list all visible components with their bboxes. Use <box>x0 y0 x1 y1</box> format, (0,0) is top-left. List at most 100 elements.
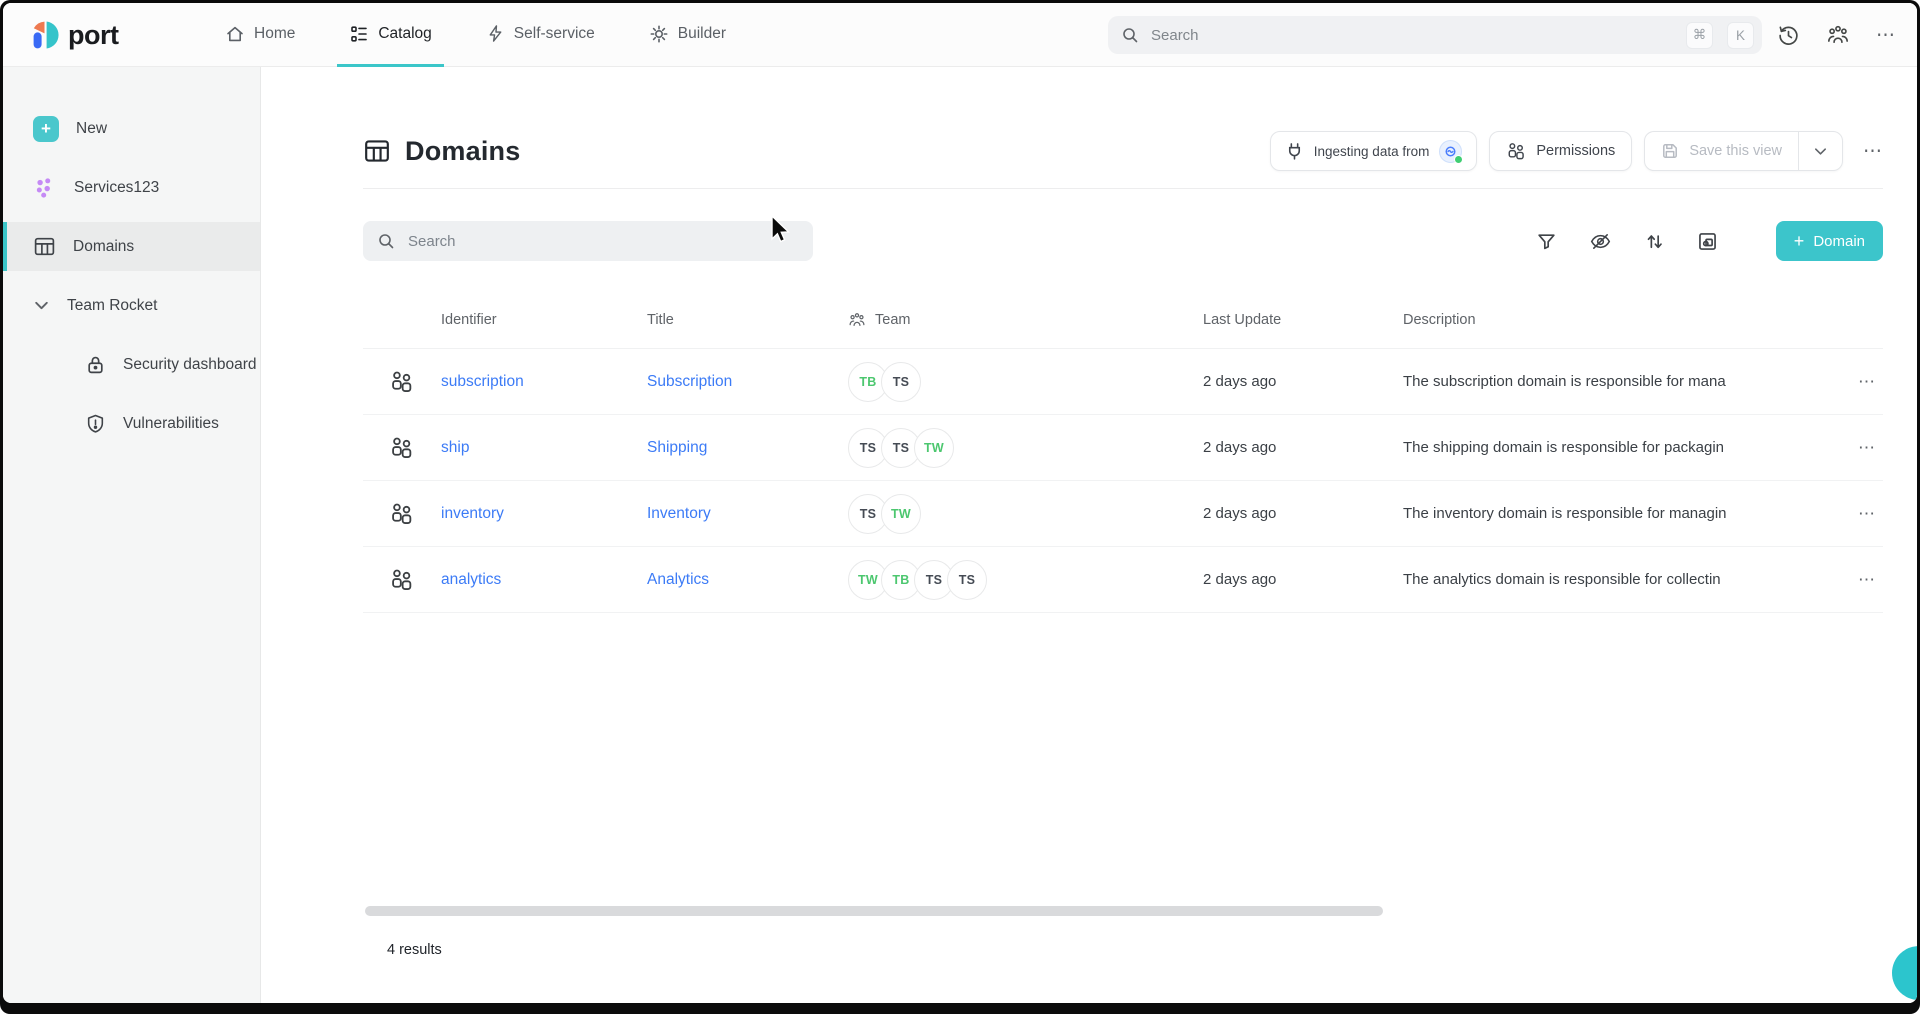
integration-status-icon <box>1439 140 1462 163</box>
group-by-icon[interactable] <box>1697 231 1718 252</box>
page-title-text: Domains <box>405 136 520 167</box>
title-link[interactable]: Analytics <box>647 571 709 588</box>
nav-builder[interactable]: Builder <box>637 3 738 67</box>
team-cell: TS TS TW <box>848 428 1203 468</box>
table-search-input[interactable] <box>406 232 799 251</box>
ingesting-label: Ingesting data from <box>1314 144 1430 159</box>
last-update-cell: 2 days ago <box>1203 373 1403 390</box>
identifier-link[interactable]: inventory <box>441 505 504 522</box>
sidebar-item-security-dashboard[interactable]: Security dashboard <box>3 340 260 389</box>
permissions-label: Permissions <box>1536 143 1615 159</box>
global-search-input[interactable] <box>1149 26 1672 45</box>
org-members-icon[interactable] <box>1826 23 1850 47</box>
nav-catalog[interactable]: Catalog <box>337 3 443 67</box>
team-badge[interactable]: TW <box>914 428 954 468</box>
row-more-icon[interactable]: ⋯ <box>1837 570 1883 590</box>
team-cell: TB TS <box>848 362 1203 402</box>
cluster-icon <box>33 176 57 200</box>
save-icon <box>1661 142 1679 160</box>
search-icon <box>377 232 395 250</box>
history-icon[interactable] <box>1777 24 1800 47</box>
sidebar-item-team-rocket[interactable]: Team Rocket <box>3 281 260 330</box>
save-view-button[interactable]: Save this view <box>1645 132 1798 170</box>
description-cell: The inventory domain is responsible for … <box>1403 505 1837 522</box>
row-more-icon[interactable]: ⋯ <box>1837 504 1883 524</box>
sidebar-item-services123[interactable]: Services123 <box>3 163 260 212</box>
home-icon <box>225 24 245 44</box>
results-count: 4 results <box>387 942 1883 958</box>
page-more-icon[interactable]: ⋯ <box>1863 142 1883 161</box>
table-icon <box>33 235 56 258</box>
toolbar-actions: + Domain <box>1536 221 1883 261</box>
save-view-label: Save this view <box>1689 143 1782 159</box>
sidebar-item-domains[interactable]: Domains <box>3 222 260 271</box>
col-team[interactable]: Team <box>848 311 1203 329</box>
global-search[interactable]: ⌘ K <box>1108 16 1762 54</box>
team-badge[interactable]: TS <box>947 560 987 600</box>
sidebar: + New Services123 Domains Team Rocket <box>3 67 261 1003</box>
sort-icon[interactable] <box>1644 231 1665 252</box>
col-identifier[interactable]: Identifier <box>441 312 647 328</box>
team-badge[interactable]: TS <box>881 362 921 402</box>
col-last-update[interactable]: Last Update <box>1203 312 1403 328</box>
add-domain-button[interactable]: + Domain <box>1776 221 1883 261</box>
sidebar-item-label: Security dashboard <box>123 356 257 374</box>
nav-label: Self-service <box>514 25 595 43</box>
more-icon[interactable]: ⋯ <box>1876 26 1896 45</box>
port-logo-icon <box>31 20 61 50</box>
identifier-link[interactable]: analytics <box>441 571 501 588</box>
nav-self-service[interactable]: Self-service <box>474 3 607 67</box>
gear-icon <box>649 24 669 44</box>
blueprint-users-icon <box>363 567 441 592</box>
header-divider <box>363 188 1883 189</box>
col-title[interactable]: Title <box>647 312 848 328</box>
blueprint-users-icon <box>363 369 441 394</box>
row-more-icon[interactable]: ⋯ <box>1837 372 1883 392</box>
nav-label: Builder <box>678 25 726 43</box>
sidebar-item-vulnerabilities[interactable]: Vulnerabilities <box>3 399 260 448</box>
table-header-row: Identifier Title Team Last Update Descri… <box>363 291 1883 349</box>
sidebar-item-new[interactable]: + New <box>3 104 260 153</box>
sidebar-item-label: Vulnerabilities <box>123 415 219 433</box>
lightning-icon <box>486 24 505 43</box>
row-more-icon[interactable]: ⋯ <box>1837 438 1883 458</box>
title-link[interactable]: Shipping <box>647 439 707 456</box>
ingesting-data-button[interactable]: Ingesting data from <box>1270 131 1478 171</box>
title-link[interactable]: Inventory <box>647 505 711 522</box>
shield-icon <box>85 413 106 434</box>
last-update-cell: 2 days ago <box>1203 505 1403 522</box>
permissions-button[interactable]: Permissions <box>1489 131 1632 171</box>
plus-icon: + <box>1794 232 1805 250</box>
page-title: Domains <box>363 136 520 167</box>
title-link[interactable]: Subscription <box>647 373 732 390</box>
team-cell: TS TW <box>848 494 1203 534</box>
horizontal-scrollbar[interactable] <box>365 906 1383 916</box>
port-logo[interactable]: port <box>31 3 118 67</box>
nav-label: Catalog <box>378 25 431 43</box>
header-actions: Ingesting data from Permissions <box>1270 131 1883 171</box>
sidebar-item-label: Team Rocket <box>67 297 157 315</box>
domains-table: Identifier Title Team Last Update Descri… <box>363 291 1883 613</box>
table-row: ship Shipping TS TS TW 2 days ago The sh… <box>363 415 1883 481</box>
table-search[interactable] <box>363 221 813 261</box>
chevron-down-icon <box>1813 144 1828 159</box>
page-header: Domains Ingesting data from <box>363 129 1883 173</box>
identifier-link[interactable]: subscription <box>441 373 524 390</box>
save-view-dropdown[interactable] <box>1798 132 1842 170</box>
table-row: subscription Subscription TB TS 2 days a… <box>363 349 1883 415</box>
catalog-icon <box>349 24 369 44</box>
add-domain-label: Domain <box>1813 233 1865 250</box>
team-badge[interactable]: TW <box>881 494 921 534</box>
identifier-link[interactable]: ship <box>441 439 469 456</box>
save-view-split-button: Save this view <box>1644 131 1843 171</box>
sidebar-item-label: Services123 <box>74 179 159 197</box>
table-row: analytics Analytics TW TB TS TS 2 days a… <box>363 547 1883 613</box>
team-cell: TW TB TS TS <box>848 560 1203 600</box>
col-description[interactable]: Description <box>1403 312 1837 328</box>
last-update-cell: 2 days ago <box>1203 439 1403 456</box>
brand-name: port <box>68 20 118 51</box>
nav-home[interactable]: Home <box>213 3 307 67</box>
hide-columns-icon[interactable] <box>1589 230 1612 253</box>
filter-icon[interactable] <box>1536 231 1557 252</box>
screen-frame: port Home Catalog Self-service <box>0 0 1920 1014</box>
